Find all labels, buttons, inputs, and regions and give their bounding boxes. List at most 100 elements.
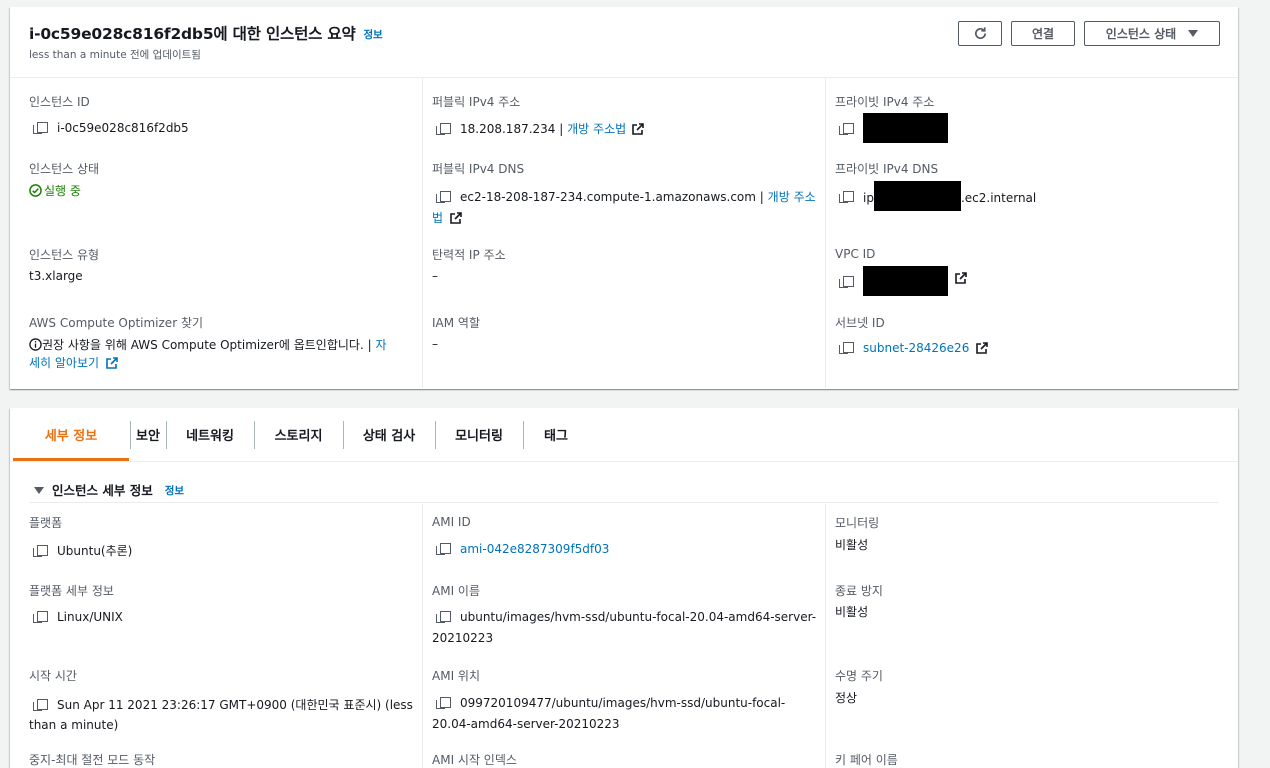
instance-details-panel: 세부 정보 보안 네트워킹 스토리지 상태 검사 모니터링 태그 인스턴스 세부… xyxy=(10,408,1238,768)
public-dns-value: ec2-18-208-187-234.compute-1.amazonaws.c… xyxy=(436,188,816,205)
open-address-link[interactable]: 개방 주소법 xyxy=(567,122,626,136)
copy-icon[interactable] xyxy=(436,123,451,135)
redacted-block xyxy=(873,181,961,211)
redacted-block xyxy=(863,113,948,143)
instance-state-value: 실행 중 xyxy=(29,182,81,199)
copy-icon[interactable] xyxy=(436,191,451,203)
platform-details-label: 플랫폼 세부 정보 xyxy=(29,584,114,598)
info-link[interactable]: 정보 xyxy=(364,29,383,41)
external-link-icon xyxy=(632,123,644,135)
ami-launch-index-label: AMI 시작 인덱스 xyxy=(432,753,517,767)
copy-icon[interactable] xyxy=(33,122,48,134)
instance-summary-panel: i-0c59e028c816f2db5에 대한 인스턴스 요약 정보 less t… xyxy=(10,7,1238,389)
active-tab-indicator xyxy=(13,458,129,461)
iam-role-value: – xyxy=(432,337,438,351)
refresh-button[interactable] xyxy=(958,21,1002,46)
ami-name-value-cont: 20210223 xyxy=(432,631,494,645)
termination-label: 종료 방지 xyxy=(835,584,883,598)
subnet-id-link[interactable]: subnet-28426e26 xyxy=(863,341,969,355)
instance-id-value: i-0c59e028c816f2db5 xyxy=(33,121,189,135)
last-updated-text: less than a minute 전에 업데이트됨 xyxy=(29,49,201,61)
elastic-ip-label: 탄력적 IP 주소 xyxy=(432,248,506,262)
elastic-ip-value: – xyxy=(432,269,438,283)
ami-location-value: 099720109477/ubuntu/images/hvm-ssd/ubunt… xyxy=(436,696,786,710)
caret-down-icon xyxy=(1188,30,1199,37)
copy-icon[interactable] xyxy=(839,191,854,203)
public-dns-label: 퍼블릭 IPv4 DNS xyxy=(432,162,525,176)
column-divider xyxy=(422,78,423,388)
ami-name-label: AMI 이름 xyxy=(432,584,480,598)
key-pair-label: 키 페어 이름 xyxy=(835,753,898,767)
external-link-icon xyxy=(106,357,118,369)
tab-details[interactable]: 세부 정보 xyxy=(13,408,129,461)
instance-state-dropdown[interactable]: 인스턴스 상태 xyxy=(1084,21,1220,46)
monitoring-value: 비활성 xyxy=(835,538,869,552)
private-ipv4-label: 프라이빗 IPv4 주소 xyxy=(835,95,935,109)
tab-status-checks[interactable]: 상태 검사 xyxy=(343,408,435,461)
info-link[interactable]: 정보 xyxy=(165,485,184,497)
termination-value: 비활성 xyxy=(835,605,869,619)
copy-icon[interactable] xyxy=(436,697,451,709)
launch-time-value: Sun Apr 11 2021 23:26:17 GMT+0900 (대한민국 … xyxy=(33,696,413,713)
copy-icon[interactable] xyxy=(839,342,854,354)
open-address-link-tail[interactable]: 법 xyxy=(432,211,443,225)
page-title: i-0c59e028c816f2db5에 대한 인스턴스 요약 정보 xyxy=(29,22,383,44)
instance-id-label: 인스턴스 ID xyxy=(29,95,90,109)
public-ipv4-value: 18.208.187.234 | 개방 주소법 xyxy=(436,120,644,137)
external-link-icon xyxy=(976,342,988,354)
separator: | xyxy=(559,122,564,136)
copy-icon[interactable] xyxy=(33,545,48,557)
instance-state-text: 실행 중 xyxy=(44,184,81,198)
optimizer-link-line: 세히 알아보기 xyxy=(29,354,118,371)
tab-tags[interactable]: 태그 xyxy=(523,408,589,461)
ami-id-value: ami-042e8287309f5df03 xyxy=(436,542,609,556)
tab-networking[interactable]: 네트워킹 xyxy=(166,408,254,461)
private-dns-suffix: .ec2.internal xyxy=(960,191,1037,205)
ami-id-link[interactable]: ami-042e8287309f5df03 xyxy=(460,542,609,556)
column-divider xyxy=(825,504,826,768)
platform-details-value: Linux/UNIX xyxy=(33,610,123,624)
public-ipv4-label: 퍼블릭 IPv4 주소 xyxy=(432,95,521,109)
copy-icon[interactable] xyxy=(33,699,48,711)
public-dns-link-line: 법 xyxy=(432,209,462,226)
copy-icon[interactable] xyxy=(839,276,854,288)
platform-details-text: Linux/UNIX xyxy=(57,610,123,624)
copy-icon[interactable] xyxy=(436,611,451,623)
open-address-link[interactable]: 개방 주소 xyxy=(768,190,816,204)
public-dns-text: ec2-18-208-187-234.compute-1.amazonaws.c… xyxy=(460,190,756,204)
optimizer-text: 권장 사항을 위해 AWS Compute Optimizer에 옵트인합니다.… xyxy=(29,336,387,353)
lifecycle-value: 정상 xyxy=(835,691,858,705)
subnet-id-value: subnet-28426e26 xyxy=(839,341,988,355)
copy-icon[interactable] xyxy=(33,611,48,623)
ami-location-label: AMI 위치 xyxy=(432,669,480,683)
ami-id-label: AMI ID xyxy=(432,515,471,529)
ami-location-text: 099720109477/ubuntu/images/hvm-ssd/ubunt… xyxy=(460,696,786,710)
caret-down-icon xyxy=(34,487,44,494)
instance-details-section-toggle[interactable]: 인스턴스 세부 정보 정보 xyxy=(34,480,184,499)
copy-icon[interactable] xyxy=(436,543,451,555)
platform-text: Ubuntu(추론) xyxy=(57,544,133,558)
lifecycle-label: 수명 주기 xyxy=(835,669,883,683)
ami-name-text: ubuntu/images/hvm-ssd/ubuntu-focal-20.04… xyxy=(460,610,817,624)
connect-button[interactable]: 연결 xyxy=(1011,21,1075,46)
copy-icon[interactable] xyxy=(839,123,854,135)
column-divider xyxy=(422,504,423,768)
instance-state-label: 인스턴스 상태 xyxy=(29,162,100,176)
check-circle-icon xyxy=(29,184,42,197)
iam-role-label: IAM 역할 xyxy=(432,316,480,330)
ami-name-value: ubuntu/images/hvm-ssd/ubuntu-focal-20.04… xyxy=(436,610,817,624)
tab-bar: 세부 정보 보안 네트워킹 스토리지 상태 검사 모니터링 태그 xyxy=(10,408,1238,462)
external-link-icon xyxy=(450,212,462,224)
summary-header: i-0c59e028c816f2db5에 대한 인스턴스 요약 정보 less t… xyxy=(10,7,1238,78)
optimizer-learn-more-link-a[interactable]: 자 xyxy=(375,338,386,352)
column-divider xyxy=(825,78,826,388)
tab-storage[interactable]: 스토리지 xyxy=(254,408,343,461)
tab-monitoring[interactable]: 모니터링 xyxy=(435,408,523,461)
ami-location-value-cont: 20.04-amd64-server-20210223 xyxy=(432,717,620,731)
tab-security[interactable]: 보안 xyxy=(130,408,166,461)
refresh-icon xyxy=(974,27,986,40)
redacted-block xyxy=(863,266,948,296)
optimizer-text-content: 권장 사항을 위해 AWS Compute Optimizer에 옵트인합니다.… xyxy=(42,338,372,352)
optimizer-learn-more-link[interactable]: 세히 알아보기 xyxy=(29,356,99,370)
private-dns-prefix: ip xyxy=(863,191,874,205)
